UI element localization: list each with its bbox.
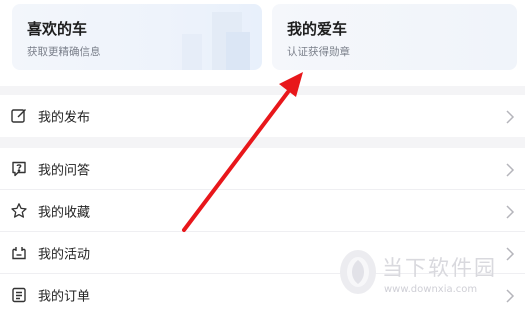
activity-icon	[10, 244, 28, 262]
favorite-car-subtitle: 获取更精确信息	[27, 46, 101, 58]
edit-icon	[10, 107, 28, 125]
watermark-url: www.downxia.com	[384, 284, 478, 295]
profile-screen: 喜欢的车 获取更精确信息 我的爱车 认证获得勋章 我的发布 我的问答 我的收藏 …	[0, 0, 525, 320]
menu-item-label: 我的订单	[38, 289, 91, 305]
my-car-card[interactable]: 我的爱车 认证获得勋章	[272, 4, 517, 70]
menu-item-my-posts[interactable]: 我的发布	[0, 95, 525, 137]
watermark-logo-icon	[340, 250, 376, 294]
menu-item-label: 我的活动	[38, 247, 91, 262]
menu-item-my-qa[interactable]: 我的问答	[0, 148, 525, 190]
menu-item-label: 我的问答	[38, 163, 91, 178]
menu-item-label: 我的收藏	[38, 205, 91, 220]
chevron-right-icon	[505, 109, 515, 124]
card-decoration	[226, 32, 250, 70]
menu-item-my-favorites[interactable]: 我的收藏	[0, 190, 525, 232]
my-car-title: 我的爱车	[287, 20, 348, 38]
watermark: 当下软件园 www.downxia.com	[336, 246, 516, 306]
menu-item-label: 我的发布	[38, 110, 91, 126]
order-list-icon	[10, 286, 28, 304]
card-decoration	[182, 34, 202, 70]
watermark-text: 当下软件园	[382, 256, 497, 280]
favorite-car-title: 喜欢的车	[27, 20, 88, 38]
question-bubble-icon	[10, 160, 28, 178]
favorite-car-card[interactable]: 喜欢的车 获取更精确信息	[12, 4, 262, 70]
car-cards-section: 喜欢的车 获取更精确信息 我的爱车 认证获得勋章	[0, 0, 525, 86]
chevron-right-icon	[505, 204, 515, 219]
my-car-subtitle: 认证获得勋章	[287, 46, 350, 58]
chevron-right-icon	[505, 162, 515, 177]
menu-group-publish: 我的发布	[0, 95, 525, 137]
star-icon	[10, 202, 28, 220]
